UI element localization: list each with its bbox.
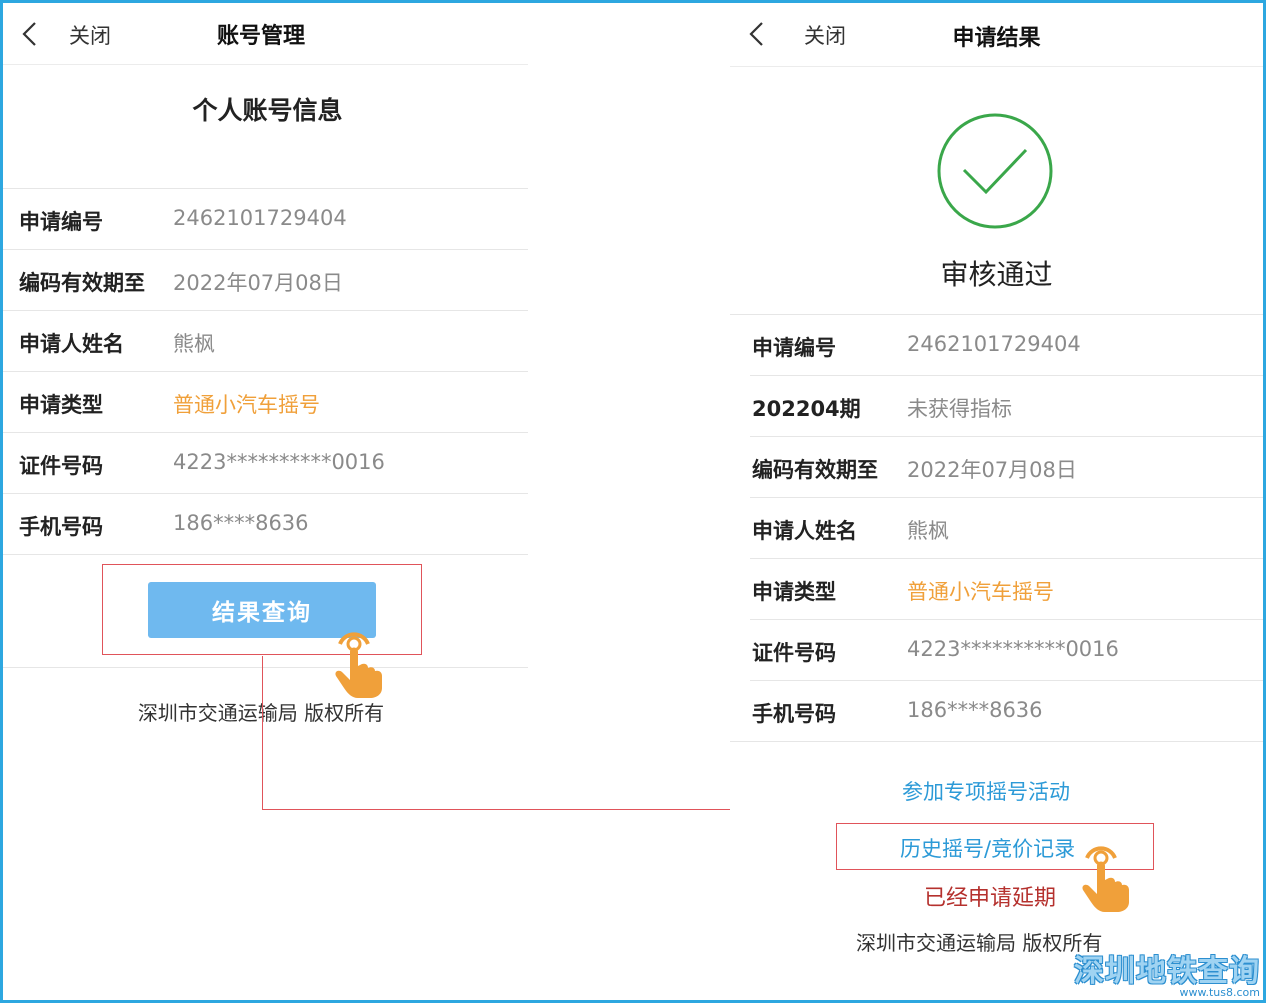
- info-label: 申请编号: [752, 336, 836, 360]
- site-watermark: 深圳地铁查询 www.tus8.com: [1074, 946, 1260, 999]
- nav-bar: 关闭 申请结果: [730, 3, 1263, 67]
- info-label: 申请人姓名: [752, 519, 857, 543]
- nav-bar: 关闭 账号管理: [3, 3, 528, 65]
- info-row: 申请人姓名 熊枫: [750, 498, 1263, 559]
- info-value: 186****8636: [907, 698, 1043, 722]
- watermark-text: 深圳地铁查询: [1074, 954, 1260, 989]
- info-row: 申请编号 2462101729404: [3, 189, 528, 250]
- info-value: 4223**********0016: [907, 637, 1119, 661]
- info-row: 编码有效期至 2022年07月08日: [750, 437, 1263, 498]
- account-management-screen: 关闭 账号管理 个人账号信息 申请编号 2462101729404 编码有效期至…: [3, 3, 528, 763]
- page-title: 申请结果: [952, 26, 1041, 51]
- info-value: 186****8636: [173, 511, 309, 535]
- check-circle-icon: [937, 113, 1053, 229]
- info-label: 编码有效期至: [752, 458, 878, 482]
- info-label: 编码有效期至: [19, 271, 145, 295]
- info-value: 2462101729404: [173, 206, 347, 230]
- status-title: 审核通过: [730, 253, 1263, 315]
- button-area: 结果查询: [3, 555, 528, 668]
- info-row: 手机号码 186****8636: [730, 681, 1263, 742]
- account-info-list: 申请编号 2462101729404 编码有效期至 2022年07月08日 申请…: [3, 189, 528, 555]
- info-value: 熊枫: [173, 332, 215, 356]
- copyright-footer: 深圳市交通运输局 版权所有: [856, 931, 1103, 955]
- page-title: 账号管理: [216, 24, 305, 49]
- extension-status-note: 已经申请延期: [924, 886, 1057, 911]
- info-row: 申请类型 普通小汽车摇号: [3, 372, 528, 433]
- copyright-footer: 深圳市交通运输局 版权所有: [137, 701, 385, 725]
- info-label: 申请类型: [19, 393, 103, 417]
- info-value: 2022年07月08日: [173, 271, 343, 295]
- pointing-hand-icon: [335, 632, 382, 698]
- info-row: 证件号码 4223**********0016: [3, 433, 528, 494]
- pointing-hand-icon: [1082, 846, 1129, 912]
- info-label: 手机号码: [19, 515, 103, 539]
- info-row: 申请人姓名 熊枫: [3, 311, 528, 372]
- info-value: 熊枫: [907, 519, 949, 543]
- info-label: 证件号码: [19, 454, 103, 478]
- annotation-connector-line: [262, 656, 263, 810]
- info-value-highlight: 普通小汽车摇号: [907, 580, 1054, 604]
- result-info-list: 申请编号 2462101729404 202204期 未获得指标 编码有效期至 …: [730, 315, 1263, 742]
- success-indicator: [730, 67, 1263, 253]
- info-value: 未获得指标: [907, 397, 1012, 421]
- info-value: 2022年07月08日: [907, 458, 1077, 482]
- info-label: 申请类型: [752, 580, 836, 604]
- info-row: 202204期 未获得指标: [750, 376, 1263, 437]
- info-row: 申请编号 2462101729404: [750, 315, 1263, 376]
- info-label: 申请人姓名: [19, 332, 124, 356]
- history-records-link[interactable]: 历史摇号/竞价记录: [900, 833, 1075, 863]
- info-label: 202204期: [752, 397, 861, 421]
- info-label: 证件号码: [752, 641, 836, 665]
- info-row: 申请类型 普通小汽车摇号: [750, 559, 1263, 620]
- info-row: 手机号码 186****8636: [3, 494, 528, 555]
- info-value: 4223**********0016: [173, 450, 385, 474]
- info-row: 证件号码 4223**********0016: [750, 620, 1263, 681]
- special-lottery-link[interactable]: 参加专项摇号活动: [902, 776, 1070, 806]
- info-value: 2462101729404: [907, 332, 1081, 356]
- section-title: 个人账号信息: [3, 65, 528, 189]
- info-value-highlight: 普通小汽车摇号: [173, 393, 320, 417]
- info-label: 申请编号: [19, 210, 103, 234]
- info-label: 手机号码: [752, 702, 836, 726]
- info-row: 编码有效期至 2022年07月08日: [3, 250, 528, 311]
